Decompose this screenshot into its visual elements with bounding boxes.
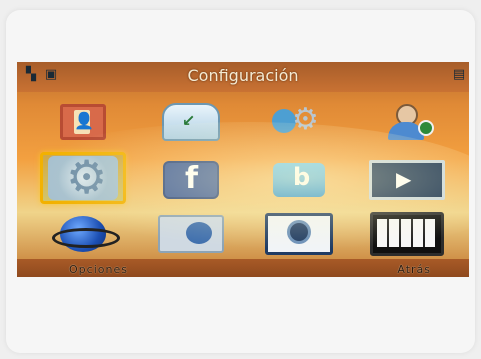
menu-item-connectivity[interactable] (150, 208, 232, 260)
twitter-icon (273, 163, 325, 197)
menu-item-twitter[interactable] (258, 154, 340, 206)
menu-item-music[interactable] (366, 208, 448, 260)
right-softkey[interactable]: Atrás (397, 263, 431, 276)
page-frame: ▚ ▣ Configuración ▤ ⚙ (0, 0, 481, 359)
menu-item-contacts[interactable] (42, 96, 124, 148)
camera-icon (265, 213, 333, 255)
menu-item-camera[interactable] (258, 208, 340, 260)
left-softkey[interactable]: Opciones (69, 263, 128, 276)
connectivity-icon (158, 215, 224, 253)
settings-gear-icon (48, 150, 118, 204)
top-status-bar: ▚ ▣ Configuración ▤ (17, 62, 469, 92)
menu-item-browser[interactable] (42, 208, 124, 260)
inbox-icon (162, 103, 220, 141)
menu-item-user-profile[interactable] (366, 96, 448, 148)
music-keys-icon (370, 212, 444, 256)
call-settings-icon: ⚙ (272, 103, 326, 141)
softkey-bar: Opciones Atrás (17, 259, 469, 277)
browser-globe-icon (52, 214, 120, 254)
video-player-icon (369, 160, 445, 200)
menu-item-facebook[interactable] (150, 154, 232, 206)
menu-item-call-settings[interactable]: ⚙ (258, 96, 340, 148)
menu-grid: ⚙ (32, 96, 452, 256)
battery-icon: ▤ (452, 67, 466, 82)
menu-item-inbox[interactable] (150, 96, 232, 148)
contacts-icon (60, 104, 106, 140)
user-profile-icon (380, 102, 434, 142)
screen-title: Configuración (187, 66, 299, 85)
facebook-icon (165, 161, 217, 197)
menu-item-video-player[interactable] (366, 154, 448, 206)
phone-screen: ▚ ▣ Configuración ▤ ⚙ (17, 62, 469, 277)
menu-item-settings[interactable] (40, 150, 126, 204)
